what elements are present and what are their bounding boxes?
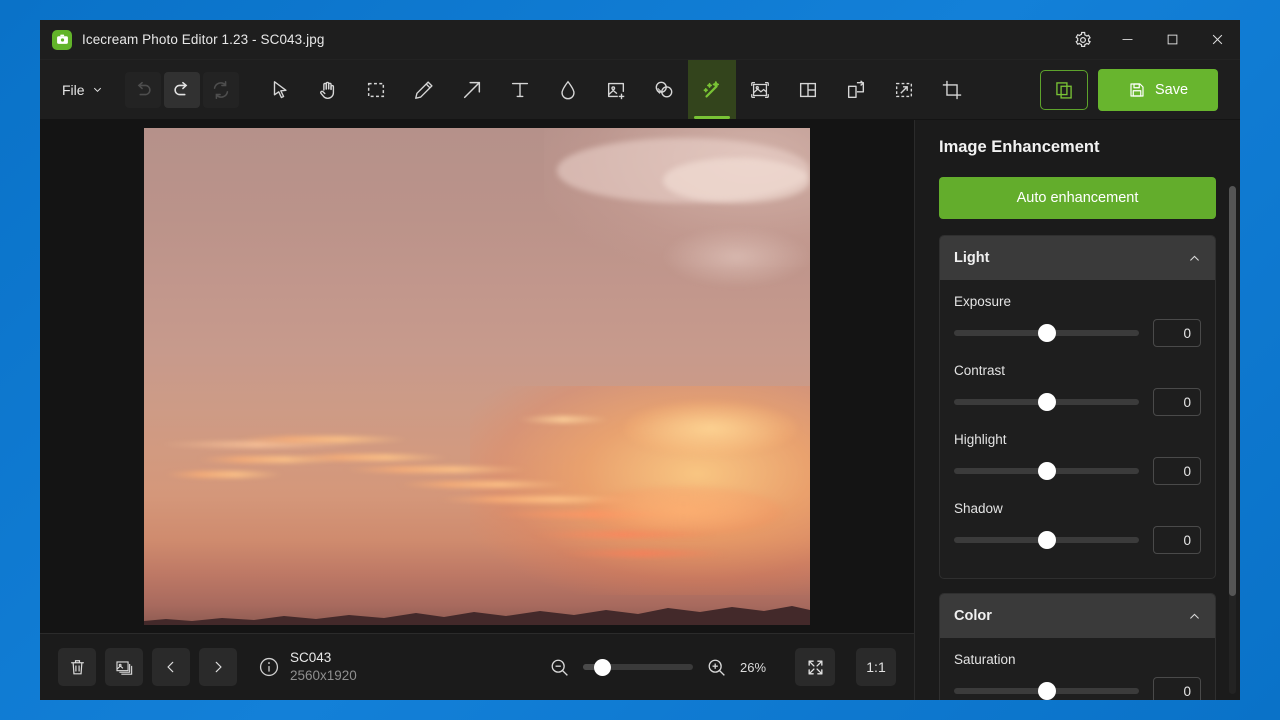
zoom-out-icon[interactable]	[549, 657, 570, 678]
panel-content: Image Enhancement Auto enhancement Light…	[915, 120, 1240, 700]
zoom-controls: 26% 1:1	[549, 648, 896, 686]
image-canvas[interactable]	[40, 120, 914, 634]
section-color: Color Saturation 0	[939, 593, 1216, 700]
text-icon[interactable]	[496, 60, 544, 119]
control-shadow: Shadow 0	[954, 501, 1201, 554]
horizon-silhouette	[144, 599, 810, 625]
maximize-icon[interactable]	[1150, 20, 1195, 60]
shadow-slider-handle[interactable]	[1037, 531, 1056, 549]
scrollbar-thumb[interactable]	[1229, 186, 1236, 596]
frame-icon[interactable]	[736, 60, 784, 119]
rotate-flip-icon[interactable]	[832, 60, 880, 119]
window-title: Icecream Photo Editor 1.23 - SC043.jpg	[82, 32, 325, 47]
shadow-slider[interactable]	[954, 531, 1139, 549]
section-light-title: Light	[954, 250, 990, 266]
bottom-toolbar: SC043 2560x1920 26% 1:1	[40, 634, 914, 700]
images-icon[interactable]	[105, 648, 143, 686]
reset-icon[interactable]	[202, 71, 239, 108]
zoom-slider-handle[interactable]	[594, 658, 612, 676]
exposure-slider-handle[interactable]	[1037, 324, 1056, 342]
control-saturation: Saturation 0	[954, 652, 1201, 700]
section-light-header[interactable]: Light	[940, 236, 1215, 280]
control-highlight-label: Highlight	[954, 432, 1007, 447]
panel-title: Image Enhancement	[939, 138, 1100, 156]
chevron-right-icon[interactable]	[199, 648, 237, 686]
shadow-value-input[interactable]: 0	[1153, 526, 1201, 554]
chevron-up-icon	[1190, 613, 1199, 619]
file-info: SC043 2560x1920	[290, 649, 357, 685]
title-bar: Icecream Photo Editor 1.23 - SC043.jpg	[40, 20, 1240, 60]
exposure-value-input[interactable]: 0	[1153, 319, 1201, 347]
exposure-slider[interactable]	[954, 324, 1139, 342]
main-toolbar: File Save	[40, 60, 1240, 120]
section-light-body: Exposure 0 Contrast 0 Highlight 0 Shadow…	[940, 280, 1215, 578]
vertical-scrollbar[interactable]	[1229, 186, 1236, 694]
close-icon[interactable]	[1195, 20, 1240, 60]
save-button[interactable]: Save	[1098, 68, 1218, 111]
resize-icon[interactable]	[880, 60, 928, 119]
save-label: Save	[1154, 81, 1189, 98]
add-image-icon[interactable]	[592, 60, 640, 119]
section-color-header[interactable]: Color	[940, 594, 1215, 638]
control-exposure-label: Exposure	[954, 294, 1012, 309]
control-saturation-label: Saturation	[954, 652, 1016, 667]
camera-icon	[52, 29, 72, 50]
cursor-icon[interactable]	[256, 60, 304, 119]
file-dimensions: 2560x1920	[290, 668, 357, 683]
fit-to-screen-icon[interactable]	[795, 648, 835, 686]
chevron-up-icon	[1190, 255, 1199, 261]
section-light: Light Exposure 0 Contrast 0 Highlight 0 …	[939, 235, 1216, 579]
pencil-icon[interactable]	[400, 60, 448, 119]
gear-icon[interactable]	[1061, 20, 1105, 60]
collage-icon[interactable]	[784, 60, 832, 119]
control-exposure: Exposure 0	[954, 294, 1201, 347]
auto-enhancement-button[interactable]: Auto enhancement	[939, 177, 1216, 219]
droplet-icon[interactable]	[544, 60, 592, 119]
file-menu-button[interactable]: File	[40, 60, 117, 119]
highlight-value-input[interactable]: 0	[1153, 457, 1201, 485]
canvas-column: SC043 2560x1920 26% 1:1	[40, 120, 915, 700]
saturation-value-input[interactable]: 0	[1153, 677, 1201, 700]
highlight-slider[interactable]	[954, 462, 1139, 480]
sunset-sky-photo	[144, 128, 810, 625]
application-window: Icecream Photo Editor 1.23 - SC043.jpg F…	[40, 20, 1240, 700]
contrast-slider-handle[interactable]	[1037, 393, 1056, 411]
highlight-slider-handle[interactable]	[1037, 462, 1056, 480]
window-body: SC043 2560x1920 26% 1:1 Image Enhancemen…	[40, 120, 1240, 700]
minimize-icon[interactable]	[1105, 20, 1150, 60]
color-circles-icon[interactable]	[640, 60, 688, 119]
arrow-icon[interactable]	[448, 60, 496, 119]
zoom-in-icon[interactable]	[706, 657, 727, 678]
zoom-percent: 26%	[740, 659, 767, 675]
desktop-background: Icecream Photo Editor 1.23 - SC043.jpg F…	[0, 0, 1280, 720]
control-contrast-label: Contrast	[954, 363, 1006, 378]
info-icon[interactable]	[258, 656, 280, 678]
section-color-body: Saturation 0 Temperature	[940, 638, 1215, 700]
redo-icon[interactable]	[163, 71, 200, 108]
zoom-slider[interactable]	[583, 658, 693, 676]
contrast-slider[interactable]	[954, 393, 1139, 411]
undo-icon[interactable]	[124, 71, 161, 108]
file-name: SC043	[290, 649, 332, 665]
trash-icon[interactable]	[58, 648, 96, 686]
copy-icon[interactable]	[1040, 69, 1088, 110]
control-highlight: Highlight 0	[954, 432, 1201, 485]
marquee-icon[interactable]	[352, 60, 400, 119]
enhancement-panel: Image Enhancement Auto enhancement Light…	[915, 120, 1240, 700]
chevron-left-icon[interactable]	[152, 648, 190, 686]
saturation-slider-handle[interactable]	[1037, 682, 1056, 700]
file-menu-label: File	[62, 81, 85, 98]
control-contrast: Contrast 0	[954, 363, 1201, 416]
chevron-down-icon	[93, 87, 101, 92]
actual-size-button[interactable]: 1:1	[856, 648, 896, 686]
saturation-slider[interactable]	[954, 682, 1139, 700]
contrast-value-input[interactable]: 0	[1153, 388, 1201, 416]
magic-wand-icon[interactable]	[687, 60, 736, 119]
control-shadow-label: Shadow	[954, 501, 1003, 516]
hand-icon[interactable]	[304, 60, 352, 119]
crop-icon[interactable]	[928, 60, 976, 119]
section-color-title: Color	[954, 608, 992, 624]
floppy-disk-icon	[1130, 82, 1144, 97]
